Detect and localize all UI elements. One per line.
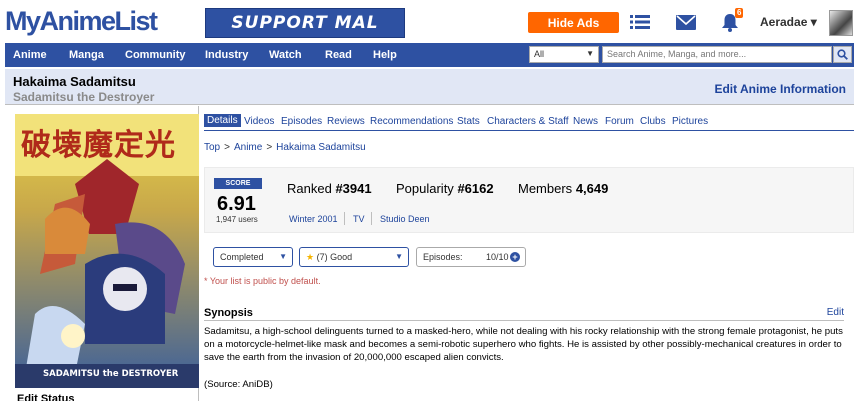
synopsis-edit-link[interactable]: Edit [827,307,844,318]
popularity-stat: Popularity #6162 [396,181,494,196]
ranked-stat: Ranked #3941 [287,181,372,196]
members-value: 4,649 [575,181,609,196]
episodes-label: Episodes: [423,252,463,262]
divider [344,212,345,225]
tab-videos[interactable]: Videos [244,116,274,127]
edit-anime-information-link[interactable]: Edit Anime Information [714,82,846,96]
divider [371,212,372,225]
nav-help[interactable]: Help [373,49,397,61]
nav-watch[interactable]: Watch [269,49,302,61]
breadcrumb-anime[interactable]: Anime [234,142,262,153]
main-nav: Anime Manga Community Industry Watch Rea… [5,43,854,67]
nav-read[interactable]: Read [325,49,352,61]
nav-industry[interactable]: Industry [205,49,248,61]
list-icon[interactable] [630,12,650,32]
tab-details[interactable]: Details [204,114,241,127]
popularity-label: Popularity [396,181,454,196]
list-status-value: Completed [220,252,264,262]
nav-manga[interactable]: Manga [69,49,104,61]
tab-episodes[interactable]: Episodes [281,116,322,127]
season-link[interactable]: Winter 2001 [289,214,338,224]
members-stat: Members 4,649 [518,181,608,196]
nav-anime[interactable]: Anime [13,49,47,61]
mail-icon[interactable] [676,12,696,32]
tab-pictures[interactable]: Pictures [672,116,708,127]
star-icon: ★ [306,252,315,262]
site-logo[interactable]: MyAnimeList [5,6,158,37]
chevron-down-icon: ▼ [586,49,594,58]
left-sidebar: 破壊魔定光 SADAMITSU the DESTROYER Edit Statu… [5,106,199,401]
synopsis-text: Sadamitsu, a high-school delinguents tur… [204,326,843,363]
ranked-label: Ranked [287,181,332,196]
tab-characters-staff[interactable]: Characters & Staff [487,116,569,127]
score-users: 1,947 users [216,215,258,224]
tab-news[interactable]: News [573,116,598,127]
members-label: Members [518,181,573,196]
synopsis-header: Synopsis Edit [204,306,844,321]
chevron-down-icon: ▼ [279,252,287,261]
poster-sub-text: SADAMITSU the DESTROYER [43,369,179,379]
avatar[interactable] [829,10,853,36]
score-select-value: (7) Good [316,252,353,262]
anime-poster-image[interactable]: 破壊魔定光 SADAMITSU the DESTROYER [15,114,199,388]
breadcrumb: Top > Anime > Hakaima Sadamitsu [204,142,366,153]
synopsis-source: (Source: AniDB) [204,379,273,390]
score-value: 6.91 [217,193,256,215]
search-category-select[interactable]: All ▼ [529,46,599,63]
stats-panel: SCORE 6.91 1,947 users Ranked #3941 Popu… [204,167,854,233]
tab-clubs[interactable]: Clubs [640,116,666,127]
user-menu[interactable]: Aeradae ▾ [760,15,817,29]
breadcrumb-current[interactable]: Hakaima Sadamitsu [276,142,365,153]
notification-badge: 6 [735,8,744,18]
list-privacy-note: * Your list is public by default. [204,276,321,286]
tab-forum[interactable]: Forum [605,116,634,127]
studio-link[interactable]: Studio Deen [380,214,430,224]
search-category-value: All [534,49,545,59]
edit-status-heading: Edit Status [17,393,75,401]
search-button[interactable] [833,46,852,63]
score-select[interactable]: ★ (7) Good ▼ [299,247,409,267]
tab-reviews[interactable]: Reviews [327,116,365,127]
episodes-value: 10/10 [486,252,509,262]
score-label: SCORE [214,178,262,189]
hide-ads-button[interactable]: Hide Ads [528,12,619,33]
synopsis-title: Synopsis [204,307,253,319]
english-title: Sadamitsu the Destroyer [13,90,155,104]
list-status-select[interactable]: Completed ▼ [213,247,293,267]
support-mal-banner[interactable]: SUPPORT MAL [205,8,405,38]
breadcrumb-top[interactable]: Top [204,142,220,153]
page-title: Hakaima Sadamitsu [13,74,136,89]
chevron-down-icon: ▼ [395,252,403,261]
title-bar: Hakaima Sadamitsu Sadamitsu the Destroye… [5,69,854,105]
type-link[interactable]: TV [353,214,365,224]
popularity-value: #6162 [457,181,494,196]
increment-episode-icon[interactable]: + [510,252,520,262]
tab-stats[interactable]: Stats [457,116,480,127]
search-input[interactable]: Search Anime, Manga, and more... [602,46,832,63]
content-tabs: Details Videos Episodes Reviews Recommen… [204,114,854,131]
ranked-value: #3941 [335,181,372,196]
tab-recommendations[interactable]: Recommendations [370,116,453,127]
poster-title-text: 破壊魔定光 [21,128,176,163]
episodes-progress[interactable]: Episodes: 10/10 + [416,247,526,267]
search-icon [837,49,848,60]
site-header: MyAnimeList SUPPORT MAL Hide Ads 6 Aerad… [0,0,859,42]
nav-community[interactable]: Community [125,49,186,61]
